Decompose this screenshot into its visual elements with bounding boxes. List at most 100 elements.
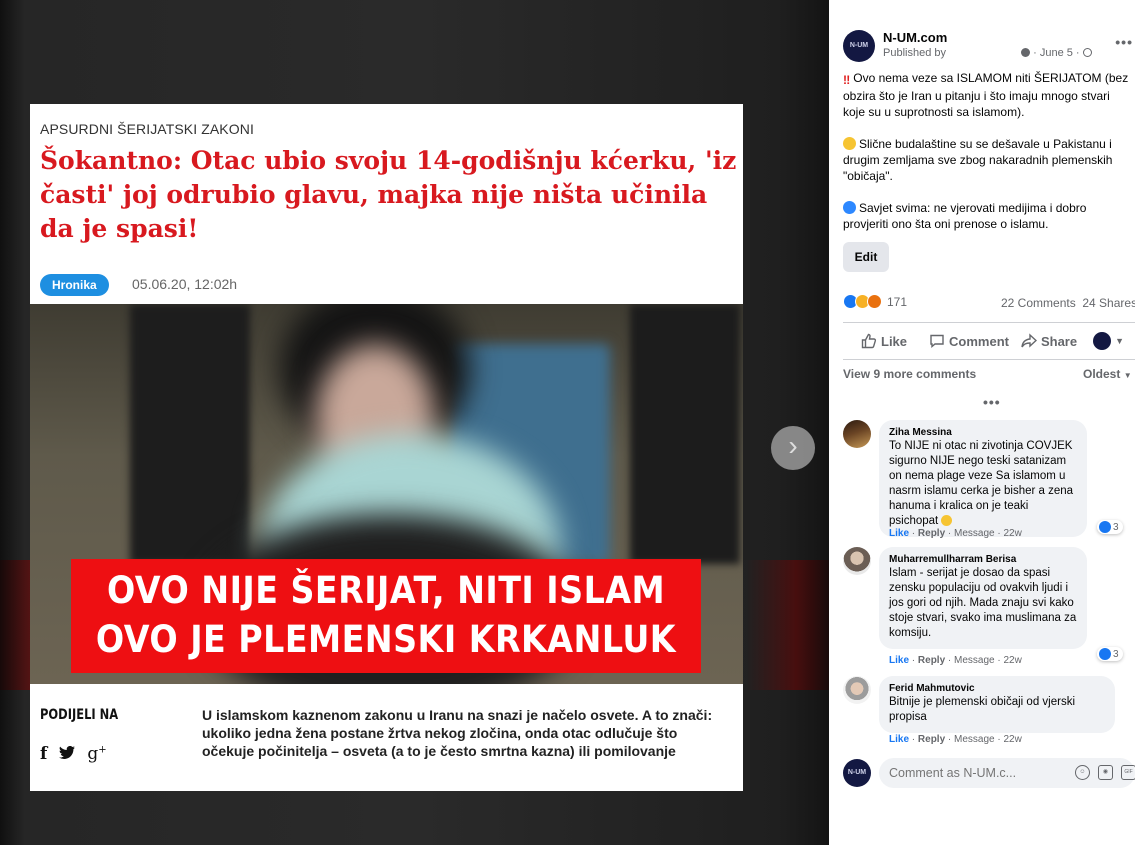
engagement-counts: 22 Comments 24 Shares xyxy=(1001,296,1135,310)
share-label: PODIJELI NA xyxy=(40,707,119,723)
comment-message-link[interactable]: Message xyxy=(954,528,995,539)
comment-avatar[interactable] xyxy=(843,420,871,448)
comment-message-link[interactable]: Message xyxy=(954,655,995,666)
chevron-down-icon: ▼ xyxy=(1123,371,1132,380)
comment-reply-link[interactable]: Reply xyxy=(918,528,945,539)
comment-reaction-badge[interactable]: 3 xyxy=(1097,520,1123,534)
thinking-face-icon xyxy=(843,137,856,150)
google-plus-icon: g+ xyxy=(87,744,107,764)
post-paragraph-2: Slične budalaštine su se dešavale u Paki… xyxy=(843,137,1113,183)
post-paragraph-3: Savjet svima: ne vjerovati medijima i do… xyxy=(843,201,1087,231)
post-text: ‼ Ovo nema veze sa ISLAMOM niti ŠERIJATOM… xyxy=(843,70,1129,248)
comment-actions: Like · Reply · Message · 22w xyxy=(889,734,1022,745)
image-banner: OVO NIJE ŠERIJAT, NITI ISLAM OVO JE PLEM… xyxy=(71,559,701,673)
comment-message-link[interactable]: Message xyxy=(954,734,995,745)
article-category: APSURDNI ŠERIJATSKI ZAKONI xyxy=(40,121,254,137)
comment-like-link[interactable]: Like xyxy=(889,655,909,666)
comment-author[interactable]: Ferid Mahmutovic xyxy=(889,683,1105,694)
banner-line-2: OVO JE PLEMENSKI KRKANLUK xyxy=(95,618,677,661)
tired-face-icon xyxy=(941,515,953,526)
thumbs-up-icon xyxy=(861,333,877,349)
angry-reaction-icon xyxy=(867,294,882,309)
post-action-bar: Like Comment Share ▼ xyxy=(843,322,1135,360)
shares-count[interactable]: 24 Shares xyxy=(1082,296,1135,310)
like-button[interactable]: Like xyxy=(861,333,907,349)
twitter-icon xyxy=(59,744,76,764)
comment-button[interactable]: Comment xyxy=(929,333,1009,349)
article-lead: U islamskom kaznenom zakonu u Iranu na s… xyxy=(202,707,713,759)
more-comments-dots[interactable]: ••• xyxy=(983,394,1001,410)
like-label: Like xyxy=(881,333,908,349)
share-button[interactable]: Share xyxy=(1021,333,1077,349)
comment-label: Comment xyxy=(949,333,1009,349)
published-by: Published by xyxy=(883,47,946,59)
comment-avatar[interactable] xyxy=(843,676,871,704)
comment-text-body: To NIJE ni otac ni zivotinja COVJEK sigu… xyxy=(889,440,1074,527)
info-icon xyxy=(843,201,856,214)
comment-time[interactable]: 22w xyxy=(1004,655,1022,666)
emoji-icon[interactable]: ☺ xyxy=(1075,765,1090,780)
comment-text: Islam - serijat je dosao da spasi zensku… xyxy=(889,567,1077,639)
post-header: N-UM N-UM.com Published by · June 5 · ••… xyxy=(843,30,1133,62)
reactions-summary[interactable]: 171 xyxy=(843,294,907,309)
comment-bubble: Ziha Messina To NIJE ni otac ni zivotinj… xyxy=(879,420,1087,537)
edit-button[interactable]: Edit xyxy=(843,242,889,272)
comment-avatar[interactable] xyxy=(843,547,871,575)
reaction-count: 171 xyxy=(887,294,908,309)
globe-icon xyxy=(1082,48,1092,57)
comment-bubble: Muharremullharram Berisa Islam - serijat… xyxy=(879,547,1087,649)
comment-author[interactable]: Muharremullharram Berisa xyxy=(889,554,1077,565)
double-exclamation-icon: ‼ xyxy=(843,73,851,87)
comment-composer: N-UM ☺ ◉ GIF ☻ xyxy=(843,758,1135,788)
comment-time[interactable]: 22w xyxy=(1004,528,1022,539)
article-photo-blurred: OVO NIJE ŠERIJAT, NITI ISLAM OVO JE PLEM… xyxy=(30,304,743,684)
comment-reply-link[interactable]: Reply xyxy=(918,734,945,745)
comment-reaction-count: 3 xyxy=(1113,648,1119,660)
like-reaction-icon xyxy=(1099,648,1111,660)
comments-count[interactable]: 22 Comments xyxy=(1001,296,1076,310)
camera-icon[interactable]: ◉ xyxy=(1098,765,1113,780)
post-date[interactable]: June 5 xyxy=(1040,47,1073,59)
composer-avatar[interactable]: N-UM xyxy=(843,759,871,787)
article-tag: Hronika xyxy=(40,274,109,296)
comment-author[interactable]: Ziha Messina xyxy=(889,427,1077,438)
share-icon xyxy=(1021,333,1037,348)
article-title: Šokantno: Otac ubio svoju 14-godišnju kć… xyxy=(40,146,737,243)
comment-text: Bitnije je plemenski običaji od vjerski … xyxy=(889,696,1075,723)
like-reaction-icon xyxy=(1099,521,1111,533)
next-photo-button[interactable]: › xyxy=(771,426,815,470)
settings-icon xyxy=(1021,48,1031,57)
page-name[interactable]: N-UM.com xyxy=(883,30,1092,45)
comment-icon xyxy=(930,334,944,348)
photo-viewer-stage: APSURDNI ŠERIJATSKI ZAKONI Šokantno: Ota… xyxy=(0,0,829,845)
comment-reply-link[interactable]: Reply xyxy=(918,655,945,666)
facebook-icon: f xyxy=(40,744,48,764)
banner-line-1: OVO NIJE ŠERIJAT, NITI ISLAM xyxy=(106,569,666,612)
comment-like-link[interactable]: Like xyxy=(889,528,909,539)
share-icons: f g+ xyxy=(40,744,107,764)
chevron-down-icon: ▼ xyxy=(1115,336,1125,346)
page-avatar[interactable]: N-UM xyxy=(843,30,875,62)
comment-sort[interactable]: Oldest ▼ xyxy=(1083,367,1132,381)
comment-actions: Like · Reply · Message · 22w xyxy=(889,528,1022,539)
comment-like-link[interactable]: Like xyxy=(889,734,909,745)
composer-icons: ☺ ◉ GIF ☻ xyxy=(1075,765,1135,780)
post-panel: N-UM N-UM.com Published by · June 5 · ••… xyxy=(829,0,1135,845)
post-as-avatar xyxy=(1093,332,1112,350)
publish-info: Published by · June 5 · xyxy=(883,47,1092,59)
post-paragraph-1: Ovo nema veze sa ISLAMOM niti ŠERIJATOM … xyxy=(843,71,1129,119)
shared-image[interactable]: APSURDNI ŠERIJATSKI ZAKONI Šokantno: Ota… xyxy=(30,104,743,791)
share-label-fb: Share xyxy=(1040,333,1078,349)
view-more-comments[interactable]: View 9 more comments xyxy=(843,367,976,381)
comment-bubble: Ferid Mahmutovic Bitnije je plemenski ob… xyxy=(879,676,1115,733)
post-as-selector[interactable]: ▼ xyxy=(1093,332,1124,350)
comment-sort-label: Oldest xyxy=(1083,367,1121,381)
comment-reaction-badge[interactable]: 3 xyxy=(1097,647,1123,661)
comment-reaction-count: 3 xyxy=(1113,521,1119,533)
more-options-icon[interactable]: ••• xyxy=(1115,34,1133,50)
comment-text: To NIJE ni otac ni zivotinja COVJEK sigu… xyxy=(889,439,1077,529)
comment-actions: Like · Reply · Message · 22w xyxy=(889,655,1022,666)
article-date: 05.06.20, 12:02h xyxy=(132,276,238,292)
comment-time[interactable]: 22w xyxy=(1004,734,1022,745)
gif-icon[interactable]: GIF xyxy=(1121,765,1135,780)
